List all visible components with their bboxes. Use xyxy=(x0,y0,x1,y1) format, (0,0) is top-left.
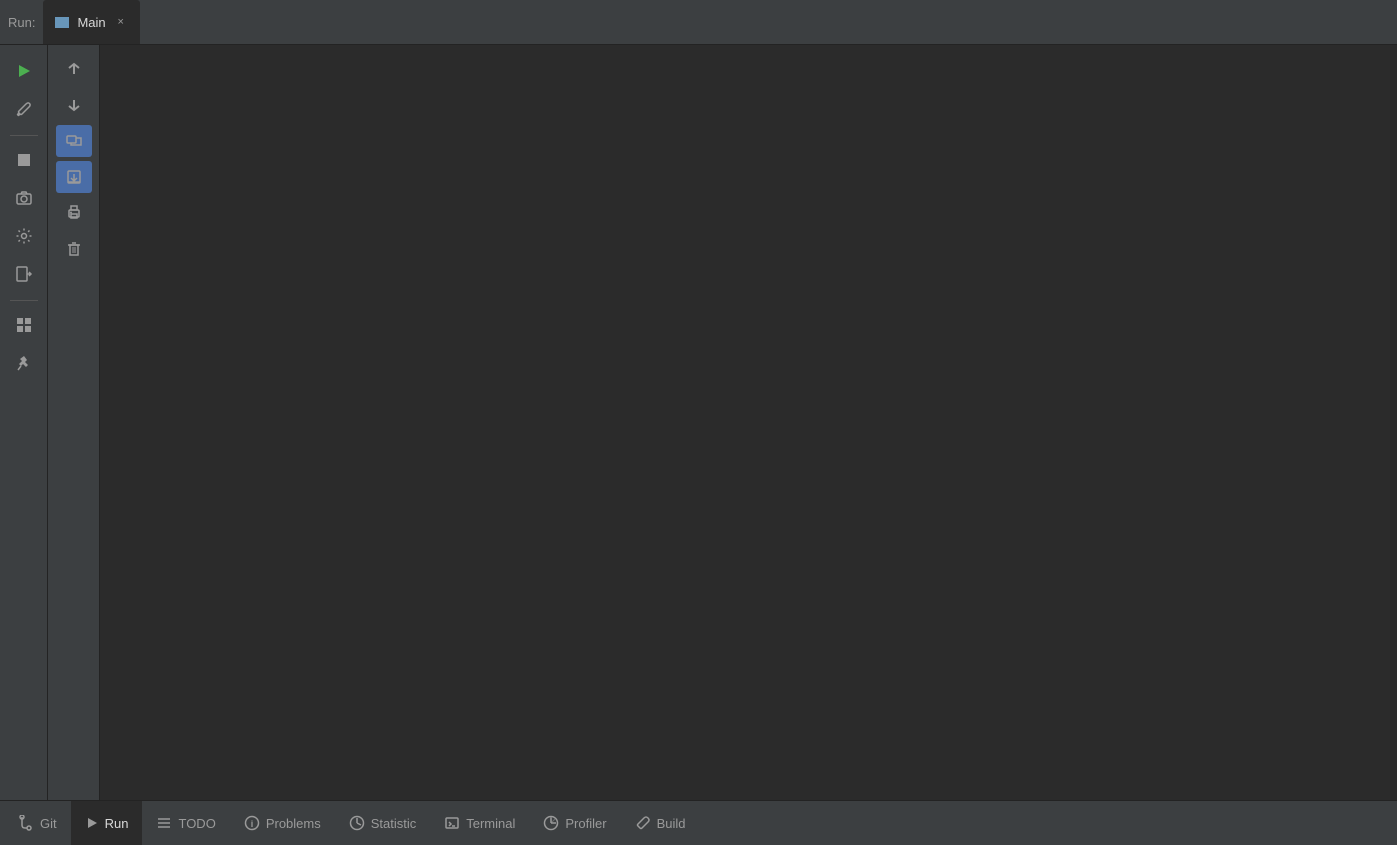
git-icon xyxy=(18,815,34,831)
run-tab-label: Run xyxy=(105,816,129,831)
svg-text:i: i xyxy=(251,819,254,829)
run-icon[interactable] xyxy=(6,53,42,89)
build-tab-label: Build xyxy=(657,816,686,831)
pin-icon[interactable] xyxy=(6,345,42,381)
profiler-tab-label: Profiler xyxy=(565,816,606,831)
wrench-icon[interactable] xyxy=(6,91,42,127)
build-tab[interactable]: Build xyxy=(621,801,700,845)
profiler-tab[interactable]: Profiler xyxy=(529,801,620,845)
problems-tab[interactable]: i Problems xyxy=(230,801,335,845)
move-down-icon[interactable] xyxy=(56,89,92,121)
content-area xyxy=(100,45,1397,800)
sidebar-divider-1 xyxy=(10,135,38,136)
stop-icon[interactable] xyxy=(6,142,42,178)
todo-icon xyxy=(156,815,172,831)
problems-icon: i xyxy=(244,815,260,831)
problems-tab-label: Problems xyxy=(266,816,321,831)
panels-icon[interactable] xyxy=(6,307,42,343)
save-to-file-icon[interactable] xyxy=(56,161,92,193)
terminal-tab-label: Terminal xyxy=(466,816,515,831)
run-tab-icon xyxy=(85,816,99,830)
git-tab[interactable]: Git xyxy=(4,801,71,845)
rerun-icon[interactable] xyxy=(56,125,92,157)
tab-window-icon xyxy=(55,17,69,28)
tab-label: Main xyxy=(77,15,105,30)
run-tab[interactable]: Run xyxy=(71,801,143,845)
print-icon[interactable] xyxy=(56,197,92,229)
title-bar: Run: Main × xyxy=(0,0,1397,45)
move-up-icon[interactable] xyxy=(56,53,92,85)
todo-tab-label: TODO xyxy=(178,816,215,831)
terminal-tab[interactable]: Terminal xyxy=(430,801,529,845)
todo-tab[interactable]: TODO xyxy=(142,801,229,845)
main-tab[interactable]: Main × xyxy=(43,0,139,44)
camera-icon[interactable] xyxy=(6,180,42,216)
terminal-icon xyxy=(444,815,460,831)
statistic-tab[interactable]: Statistic xyxy=(335,801,431,845)
tab-close-button[interactable]: × xyxy=(114,15,128,29)
main-area xyxy=(0,45,1397,800)
import-icon[interactable] xyxy=(6,256,42,292)
profiler-icon xyxy=(543,815,559,831)
status-bar: Git Run TODO i Problems xyxy=(0,800,1397,845)
git-tab-label: Git xyxy=(40,816,57,831)
clear-icon[interactable] xyxy=(56,233,92,265)
settings-icon[interactable] xyxy=(6,218,42,254)
left-sidebar xyxy=(0,45,48,800)
run-label: Run: xyxy=(8,15,35,30)
build-icon xyxy=(635,815,651,831)
secondary-toolbar xyxy=(48,45,100,800)
sidebar-divider-2 xyxy=(10,300,38,301)
statistic-tab-label: Statistic xyxy=(371,816,417,831)
statistic-icon xyxy=(349,815,365,831)
